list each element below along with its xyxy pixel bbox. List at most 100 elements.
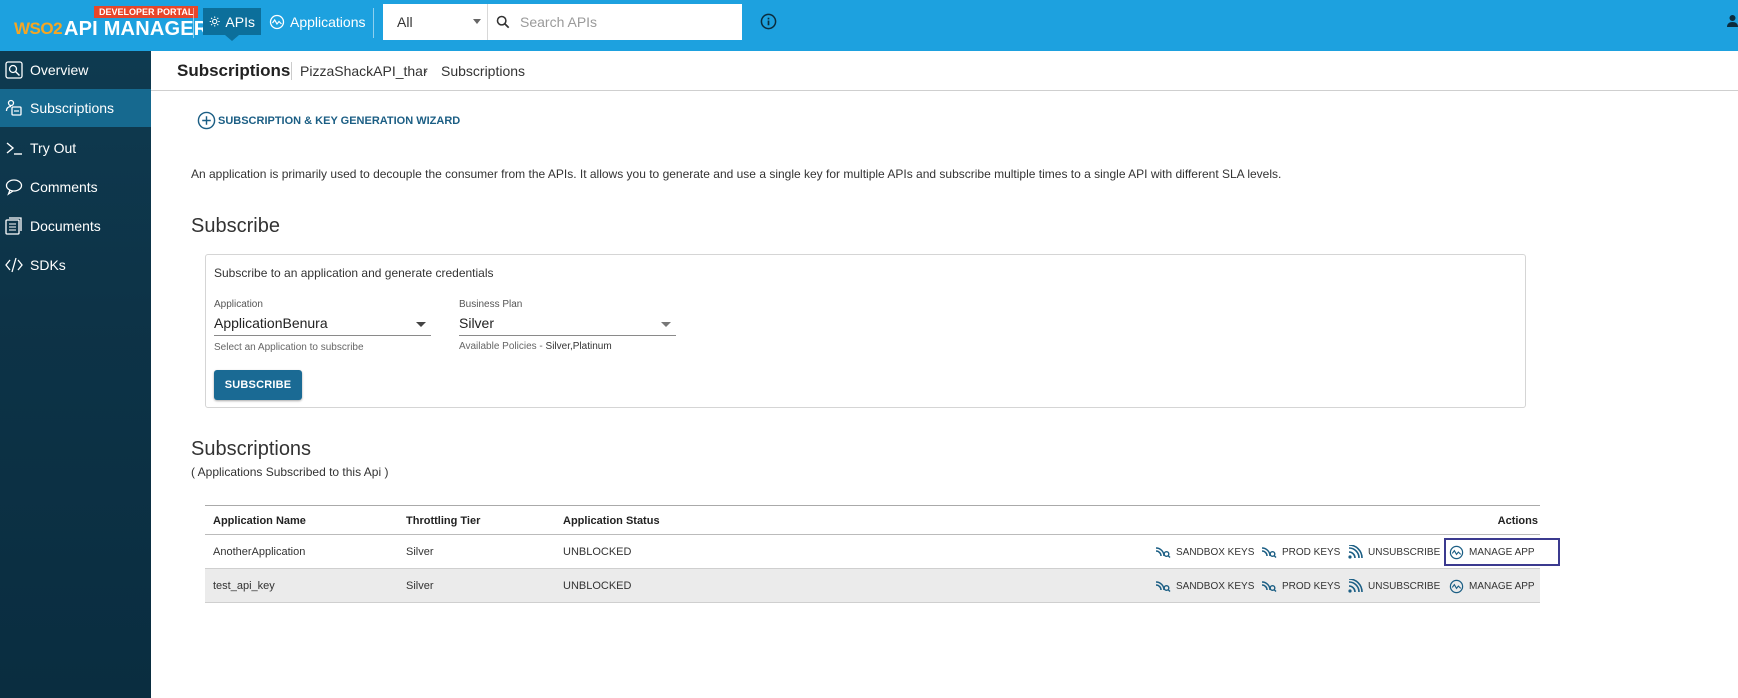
application-status-cell: UNBLOCKED [563,546,632,558]
unsubscribe-button[interactable]: UNSUBSCRIBE [1348,543,1440,561]
logo[interactable]: WSO2 API MANAGER DEVELOPER PORTAL [14,6,208,46]
key-icon [1261,581,1277,592]
sidebar-item-label: Comments [30,179,98,195]
prod-keys-label: PROD KEYS [1282,546,1341,558]
sandbox-keys-label: SANDBOX KEYS [1176,580,1255,592]
divider [291,62,292,80]
available-policies-label: Available Policies - [459,341,546,352]
applications-icon [269,14,285,29]
chevron-down-icon [473,19,481,24]
sandbox-keys-label: SANDBOX KEYS [1176,546,1255,558]
applications-nav-label: Applications [290,13,366,30]
column-header-actions: Actions [1497,515,1538,527]
application-helper-text: Select an Application to subscribe [214,342,364,353]
applications-nav-button[interactable]: Applications [263,8,373,35]
apis-nav-label: APIs [225,13,255,30]
applications-icon [1449,579,1464,593]
sidebar-item-comments[interactable]: Comments [0,168,151,206]
code-icon [3,254,25,276]
sidebar-item-label: Documents [30,218,101,234]
subscriptions-icon [3,97,25,119]
column-header-throttling-tier: Throttling Tier [406,515,481,527]
application-select[interactable]: ApplicationBenura [214,312,431,336]
application-name-cell: test_api_key [213,580,275,592]
throttling-tier-cell: Silver [406,580,434,592]
comment-icon [3,176,25,198]
unsubscribe-label: UNSUBSCRIBE [1368,580,1441,592]
available-policies-text: Available Policies - Silver,Platinum [459,341,612,352]
search-input[interactable] [520,14,720,30]
manage-app-label: MANAGE APP [1469,546,1535,558]
column-header-application-name: Application Name [213,515,306,527]
title-bar: Subscriptions PizzaShackAPI_thar › Subsc… [151,51,1738,91]
search-scope-value: All [397,14,413,30]
search-input-area [488,4,742,40]
breadcrumb-api-link[interactable]: PizzaShackAPI_thar [300,63,428,79]
search-scope-select[interactable]: All [383,4,488,40]
divider [193,8,194,38]
sidebar-item-label: SDKs [30,257,66,273]
page-title: Subscriptions [177,61,291,80]
add-circle-icon [197,111,216,130]
overview-icon [3,59,25,81]
wizard-label: SUBSCRIPTION & KEY GENERATION WIZARD [218,114,461,127]
documents-icon [3,215,25,237]
developer-portal-badge: DEVELOPER PORTAL [94,6,199,18]
available-policies-value: Silver,Platinum [545,341,612,352]
chevron-down-icon [416,322,426,327]
sandbox-keys-button[interactable]: SANDBOX KEYS [1155,577,1254,595]
sidebar: Overview Subscriptions Try Out Comments … [0,51,151,698]
subscriptions-heading: Subscriptions [191,438,312,460]
chevron-down-icon [661,322,671,327]
gear-icon [209,16,220,27]
subscriptions-table: Application Name Throttling Tier Applica… [205,505,1560,603]
application-name-cell: AnotherApplication [213,546,306,558]
throttling-tier-cell: Silver [406,546,434,558]
business-plan-select-value: Silver [459,315,495,331]
search-bar: All [383,4,742,40]
application-status-cell: UNBLOCKED [563,580,632,592]
chevron-right-icon: › [423,63,428,78]
manage-app-button[interactable]: MANAGE APP [1449,577,1535,595]
sidebar-item-try-out[interactable]: Try Out [0,129,151,167]
top-bar: WSO2 API MANAGER DEVELOPER PORTAL APIs A… [0,0,1738,51]
key-icon [1261,547,1277,558]
business-plan-field-label: Business Plan [459,299,523,310]
table-header: Application Name Throttling Tier Applica… [205,505,1540,535]
table-row: test_api_key Silver UNBLOCKED SANDBOX KE… [205,569,1540,603]
unsubscribe-label: UNSUBSCRIBE [1368,546,1441,558]
application-description: An application is primarily used to deco… [191,167,1282,181]
subscribe-panel: Subscribe to an application and generate… [205,254,1526,408]
sidebar-item-sdks[interactable]: SDKs [0,246,151,284]
sidebar-item-label: Overview [30,62,89,78]
manage-app-button[interactable]: MANAGE APP [1444,538,1560,566]
terminal-icon [3,137,25,159]
prod-keys-button[interactable]: PROD KEYS [1261,577,1340,595]
column-header-application-status: Application Status [563,515,660,527]
user-icon[interactable] [1727,14,1738,28]
prod-keys-button[interactable]: PROD KEYS [1261,543,1340,561]
sidebar-item-subscriptions[interactable]: Subscriptions [0,89,151,127]
table-row: AnotherApplication Silver UNBLOCKED SAND… [205,535,1560,569]
sidebar-item-label: Try Out [30,140,77,156]
sidebar-item-documents[interactable]: Documents [0,207,151,245]
unsubscribe-button[interactable]: UNSUBSCRIBE [1348,577,1440,595]
logo-prefix: WSO2 [14,19,63,38]
logo-title: API MANAGER [64,18,209,40]
info-icon[interactable] [760,13,777,30]
apis-nav-button[interactable]: APIs [203,8,261,35]
subscriptions-subheading: ( Applications Subscribed to this Api ) [191,465,389,479]
search-icon [496,15,510,29]
active-nav-indicator [225,35,239,41]
sandbox-keys-button[interactable]: SANDBOX KEYS [1155,543,1254,561]
key-icon [1155,547,1171,558]
applications-icon [1449,545,1464,559]
subscribe-panel-title: Subscribe to an application and generate… [214,266,494,280]
subscribe-button[interactable]: SUBSCRIBE [214,370,302,400]
application-select-value: ApplicationBenura [214,315,328,331]
business-plan-select[interactable]: Silver [459,312,676,336]
subscribe-heading: Subscribe [191,215,280,237]
manage-app-label: MANAGE APP [1469,580,1535,592]
key-generation-wizard-button[interactable]: SUBSCRIPTION & KEY GENERATION WIZARD [197,111,460,130]
sidebar-item-overview[interactable]: Overview [0,51,151,89]
